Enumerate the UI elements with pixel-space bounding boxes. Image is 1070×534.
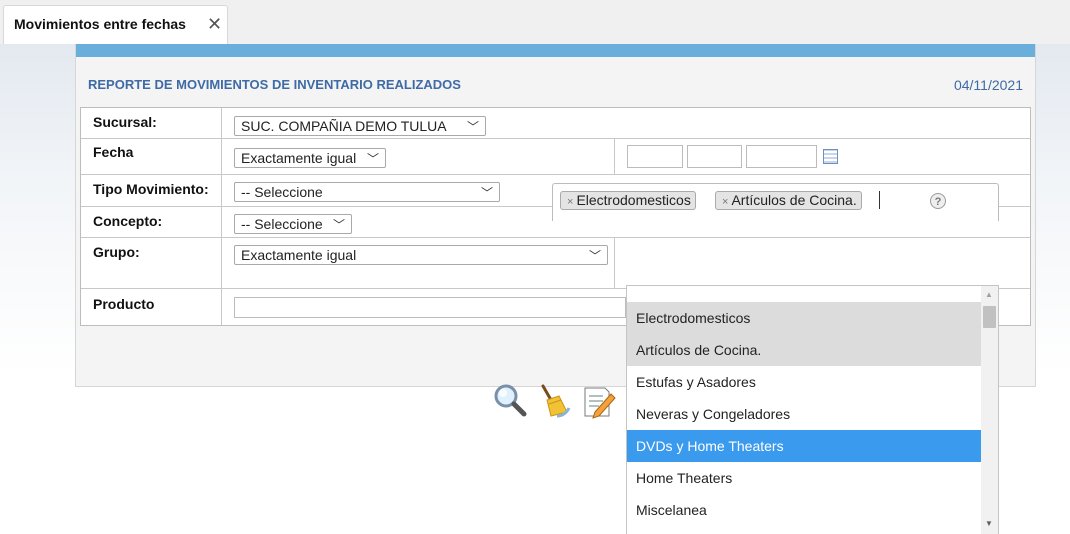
fecha-month-input[interactable] (687, 145, 742, 168)
grupo-operator-value: Exactamente igual (241, 247, 357, 263)
sucursal-label: Sucursal: (93, 114, 157, 130)
chevron-down-icon: ﹀ (332, 218, 345, 232)
help-icon[interactable]: ? (930, 193, 946, 209)
tipo-movimiento-select[interactable]: -- Seleccione ﹀ (234, 182, 500, 202)
close-icon[interactable]: ✕ (207, 14, 222, 35)
panel-title: REPORTE DE MOVIMIENTOS DE INVENTARIO REA… (88, 77, 461, 92)
dropdown-option[interactable]: Home Theaters (627, 462, 981, 494)
sucursal-value: SUC. COMPAÑIA DEMO TULUA (241, 118, 447, 134)
dropdown-option[interactable]: Estufas y Asadores (627, 366, 981, 398)
grupo-label: Grupo: (93, 244, 140, 260)
tab-movimientos[interactable]: Movimientos entre fechas ✕ (3, 5, 228, 44)
clear-broom-icon[interactable] (535, 382, 571, 420)
chevron-down-icon: ﹀ (588, 249, 601, 263)
dropdown-option[interactable]: Neveras y Congeladores (627, 398, 981, 430)
grupo-dropdown: Electrodomesticos Artículos de Cocina. Est… (626, 285, 999, 534)
dropdown-option[interactable]: Artículos de Cocina. (627, 334, 981, 366)
dropdown-option[interactable]: DVDs y Home Theaters (627, 430, 981, 462)
panel-header-bar (76, 44, 1035, 57)
calendar-icon[interactable] (823, 149, 838, 164)
tipo-movimiento-value: -- Seleccione (241, 184, 323, 200)
chevron-down-icon: ﹀ (466, 120, 479, 134)
scroll-thumb[interactable] (983, 306, 996, 328)
dropdown-option[interactable]: Miscelanea (627, 494, 981, 526)
report-edit-icon[interactable] (581, 382, 617, 420)
concepto-label: Concepto: (93, 213, 163, 229)
scroll-up-icon[interactable]: ▲ (985, 290, 993, 299)
dropdown-options: Electrodomesticos Artículos de Cocina. Est… (627, 302, 981, 526)
grupo-operator-select[interactable]: Exactamente igual ﹀ (234, 245, 608, 265)
concepto-value: -- Seleccione (241, 216, 323, 232)
sucursal-select[interactable]: SUC. COMPAÑIA DEMO TULUA ﹀ (234, 116, 486, 136)
dropdown-option[interactable]: Electrodomesticos (627, 302, 981, 334)
producto-label: Producto (93, 296, 155, 312)
chevron-down-icon: ﹀ (480, 186, 493, 200)
grupo-tag[interactable]: × Electrodomesticos (560, 191, 696, 210)
text-cursor (879, 191, 880, 209)
panel-date: 04/11/2021 (953, 77, 1023, 93)
fecha-operator-select[interactable]: Exactamente igual ﹀ (234, 148, 386, 168)
fecha-label: Fecha (93, 144, 134, 160)
chevron-down-icon: ﹀ (366, 152, 379, 166)
tab-bar: Movimientos entre fechas ✕ (0, 0, 1070, 44)
remove-tag-icon[interactable]: × (567, 196, 573, 208)
fecha-year-input[interactable] (746, 145, 817, 168)
fecha-day-input[interactable] (627, 145, 683, 168)
tab-title: Movimientos entre fechas (14, 16, 186, 32)
dropdown-scrollbar[interactable]: ▲ ▼ (981, 286, 998, 534)
search-icon[interactable] (492, 382, 528, 420)
concepto-select[interactable]: -- Seleccione ﹀ (234, 214, 352, 234)
scroll-down-icon[interactable]: ▼ (985, 519, 993, 528)
grupo-tag[interactable]: × Artículos de Cocina. (715, 191, 862, 210)
remove-tag-icon[interactable]: × (722, 196, 728, 208)
fecha-operator-value: Exactamente igual (241, 150, 357, 166)
tipo-movimiento-label: Tipo Movimiento: (93, 181, 209, 197)
producto-input[interactable] (234, 297, 626, 318)
